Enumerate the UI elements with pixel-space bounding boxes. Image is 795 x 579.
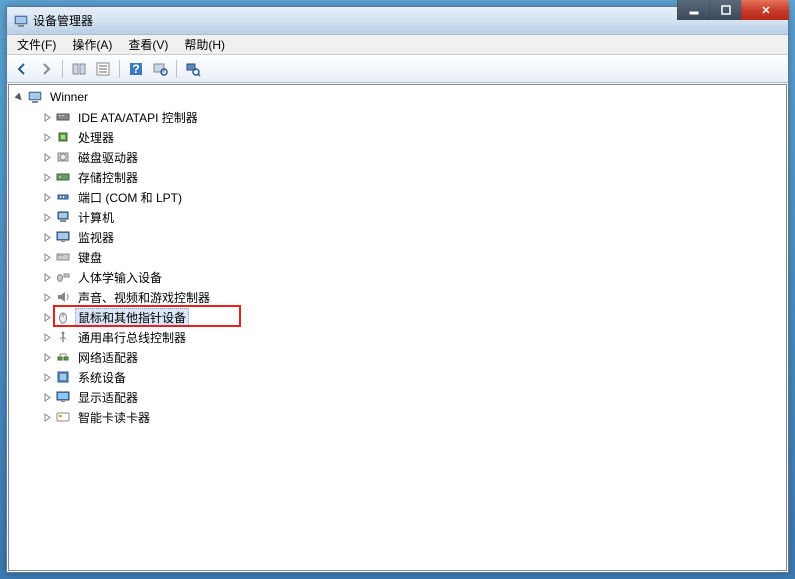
system-icon bbox=[55, 369, 71, 385]
tree-item-hid[interactable]: 人体学输入设备 bbox=[29, 267, 784, 287]
expand-icon[interactable] bbox=[41, 291, 53, 303]
expand-icon[interactable] bbox=[41, 231, 53, 243]
display-icon bbox=[55, 389, 71, 405]
svg-text:?: ? bbox=[132, 62, 139, 76]
device-manager-window: 设备管理器 文件(F) 操作(A) 查看(V) 帮助(H) bbox=[6, 6, 789, 573]
window-title: 设备管理器 bbox=[33, 12, 788, 29]
menu-action[interactable]: 操作(A) bbox=[66, 34, 118, 55]
expand-icon[interactable] bbox=[41, 271, 53, 283]
expand-icon[interactable] bbox=[41, 191, 53, 203]
tree-item-label: 端口 (COM 和 LPT) bbox=[75, 188, 185, 207]
keyboard-icon bbox=[55, 249, 71, 265]
cpu-icon bbox=[55, 129, 71, 145]
expand-icon[interactable] bbox=[41, 391, 53, 403]
expand-icon[interactable] bbox=[41, 411, 53, 423]
close-button[interactable] bbox=[741, 0, 789, 20]
help-button[interactable]: ? bbox=[125, 58, 147, 80]
tree-item-system[interactable]: 系统设备 bbox=[29, 367, 784, 387]
tree-item-usb[interactable]: 通用串行总线控制器 bbox=[29, 327, 784, 347]
menubar: 文件(F) 操作(A) 查看(V) 帮助(H) bbox=[7, 35, 788, 55]
expand-icon[interactable] bbox=[41, 331, 53, 343]
collapse-icon[interactable] bbox=[13, 91, 25, 103]
window-controls bbox=[677, 0, 789, 20]
mouse-icon bbox=[55, 309, 71, 325]
expand-icon[interactable] bbox=[41, 311, 53, 323]
ide-icon bbox=[55, 109, 71, 125]
tree-item-sound[interactable]: 声音、视频和游戏控制器 bbox=[29, 287, 784, 307]
tree-item-display[interactable]: 显示适配器 bbox=[29, 387, 784, 407]
expand-icon[interactable] bbox=[41, 351, 53, 363]
menu-view[interactable]: 查看(V) bbox=[122, 34, 174, 55]
tree-item-label: 人体学输入设备 bbox=[75, 268, 165, 287]
scan-hardware-button[interactable] bbox=[149, 58, 171, 80]
expand-icon[interactable] bbox=[41, 251, 53, 263]
properties-button[interactable] bbox=[92, 58, 114, 80]
tree-item-label: 鼠标和其他指针设备 bbox=[75, 308, 189, 327]
smartcard-icon bbox=[55, 409, 71, 425]
monitor-icon bbox=[55, 229, 71, 245]
usb-icon bbox=[55, 329, 71, 345]
tree-content[interactable]: Winner IDE ATA/ATAPI 控制器处理器磁盘驱动器存储控制器端口 … bbox=[8, 84, 787, 571]
menu-help[interactable]: 帮助(H) bbox=[178, 34, 231, 55]
tree-item-label: 智能卡读卡器 bbox=[75, 408, 153, 427]
tree-item-label: 声音、视频和游戏控制器 bbox=[75, 288, 213, 307]
tree-item-label: 系统设备 bbox=[75, 368, 129, 387]
tree-item-label: 通用串行总线控制器 bbox=[75, 328, 189, 347]
tree-item-disk[interactable]: 磁盘驱动器 bbox=[29, 147, 784, 167]
computer-icon bbox=[55, 209, 71, 225]
toolbar: ? bbox=[7, 55, 788, 83]
toolbar-separator bbox=[176, 60, 177, 78]
minimize-button[interactable] bbox=[677, 0, 709, 20]
expand-icon[interactable] bbox=[41, 131, 53, 143]
tree-item-label: 键盘 bbox=[75, 248, 105, 267]
expand-icon[interactable] bbox=[41, 171, 53, 183]
tree-item-network[interactable]: 网络适配器 bbox=[29, 347, 784, 367]
hid-icon bbox=[55, 269, 71, 285]
tree-item-cpu[interactable]: 处理器 bbox=[29, 127, 784, 147]
maximize-button[interactable] bbox=[709, 0, 741, 20]
tree-item-label: 磁盘驱动器 bbox=[75, 148, 141, 167]
tree-item-monitor[interactable]: 监视器 bbox=[29, 227, 784, 247]
titlebar[interactable]: 设备管理器 bbox=[7, 7, 788, 35]
computer-icon bbox=[27, 89, 43, 105]
app-icon bbox=[13, 13, 29, 29]
toolbar-separator bbox=[119, 60, 120, 78]
tree-item-label: 存储控制器 bbox=[75, 168, 141, 187]
tree-item-ide[interactable]: IDE ATA/ATAPI 控制器 bbox=[29, 107, 784, 127]
tree-item-keyboard[interactable]: 键盘 bbox=[29, 247, 784, 267]
port-icon bbox=[55, 189, 71, 205]
tree-root-label: Winner bbox=[47, 89, 91, 105]
tree-item-label: IDE ATA/ATAPI 控制器 bbox=[75, 108, 201, 127]
tree-item-label: 监视器 bbox=[75, 228, 117, 247]
expand-icon[interactable] bbox=[41, 111, 53, 123]
tree-root-node[interactable]: Winner bbox=[11, 87, 784, 107]
sound-icon bbox=[55, 289, 71, 305]
toolbar-separator bbox=[62, 60, 63, 78]
expand-icon[interactable] bbox=[41, 151, 53, 163]
disk-icon bbox=[55, 149, 71, 165]
tree-item-computer[interactable]: 计算机 bbox=[29, 207, 784, 227]
tree-item-mouse[interactable]: 鼠标和其他指针设备 bbox=[29, 307, 784, 327]
tree-item-storage[interactable]: 存储控制器 bbox=[29, 167, 784, 187]
back-button[interactable] bbox=[11, 58, 33, 80]
menu-file[interactable]: 文件(F) bbox=[11, 34, 62, 55]
tree-item-label: 显示适配器 bbox=[75, 388, 141, 407]
expand-icon[interactable] bbox=[41, 211, 53, 223]
tree-item-label: 处理器 bbox=[75, 128, 117, 147]
tree-item-smartcard[interactable]: 智能卡读卡器 bbox=[29, 407, 784, 427]
network-icon bbox=[55, 349, 71, 365]
view-devices-button[interactable] bbox=[182, 58, 204, 80]
expand-icon[interactable] bbox=[41, 371, 53, 383]
forward-button[interactable] bbox=[35, 58, 57, 80]
storage-icon bbox=[55, 169, 71, 185]
tree-item-label: 网络适配器 bbox=[75, 348, 141, 367]
tree-item-label: 计算机 bbox=[75, 208, 117, 227]
show-hide-console-button[interactable] bbox=[68, 58, 90, 80]
tree-item-port[interactable]: 端口 (COM 和 LPT) bbox=[29, 187, 784, 207]
